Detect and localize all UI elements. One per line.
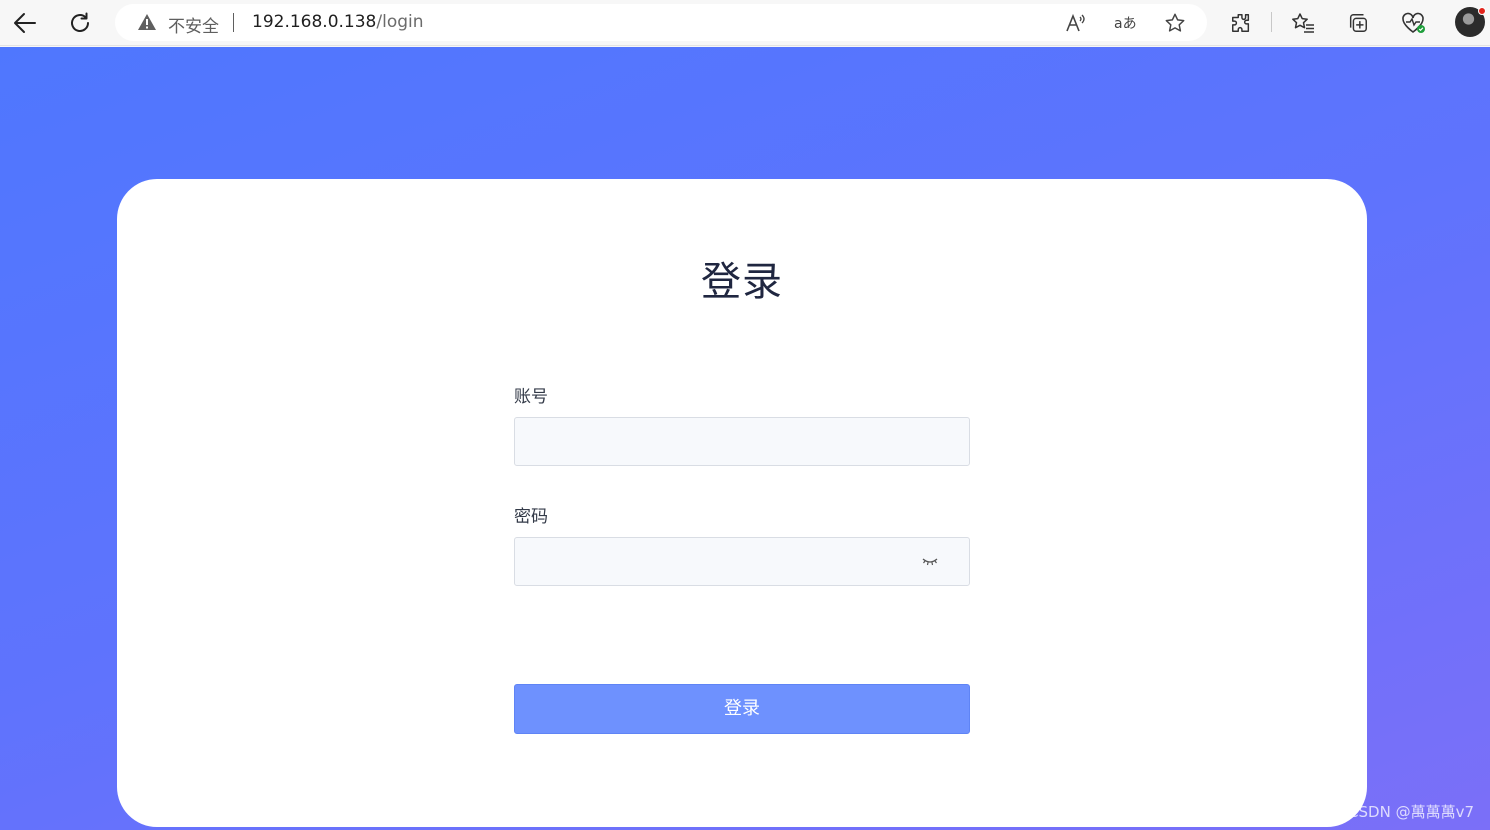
login-card: 登录 账号 密码 登录	[117, 179, 1367, 827]
translate-icon[interactable]: aあ	[1111, 9, 1139, 37]
url-text[interactable]: 192.168.0.138/login	[252, 12, 424, 32]
extensions-icon[interactable]	[1224, 6, 1258, 40]
favorites-icon[interactable]	[1286, 6, 1320, 40]
toolbar-divider	[1271, 12, 1272, 32]
address-bar[interactable]: 不安全 192.168.0.138/login aあ	[115, 4, 1207, 41]
account-input[interactable]	[515, 418, 969, 465]
favorite-star-icon[interactable]	[1161, 9, 1189, 37]
eye-closed-icon[interactable]	[921, 554, 939, 568]
read-aloud-icon[interactable]	[1062, 9, 1090, 37]
url-host: 192.168.0.138	[252, 12, 377, 32]
login-page: 登录 账号 密码 登录 CSDN @萬萬萬v7	[0, 47, 1490, 830]
back-icon[interactable]	[8, 6, 42, 40]
warning-icon[interactable]	[137, 13, 157, 31]
password-label: 密码	[514, 507, 548, 527]
login-button[interactable]: 登录	[514, 684, 970, 734]
page-title: 登录	[701, 259, 783, 305]
password-input[interactable]	[515, 538, 969, 585]
account-field[interactable]	[514, 417, 970, 466]
account-label: 账号	[514, 387, 548, 407]
security-status[interactable]: 不安全	[168, 12, 219, 37]
browser-toolbar: 不安全 192.168.0.138/login aあ	[0, 0, 1490, 46]
password-field[interactable]	[514, 537, 970, 586]
collections-icon[interactable]	[1341, 6, 1375, 40]
watermark: CSDN @萬萬萬v7	[1348, 803, 1474, 821]
url-path: /login	[376, 12, 424, 32]
browser-essentials-icon[interactable]	[1396, 6, 1430, 40]
profile-avatar[interactable]	[1455, 7, 1486, 37]
notification-dot	[1478, 7, 1486, 15]
address-divider	[233, 13, 234, 32]
refresh-icon[interactable]	[63, 6, 97, 40]
svg-text:aあ: aあ	[1114, 16, 1137, 32]
